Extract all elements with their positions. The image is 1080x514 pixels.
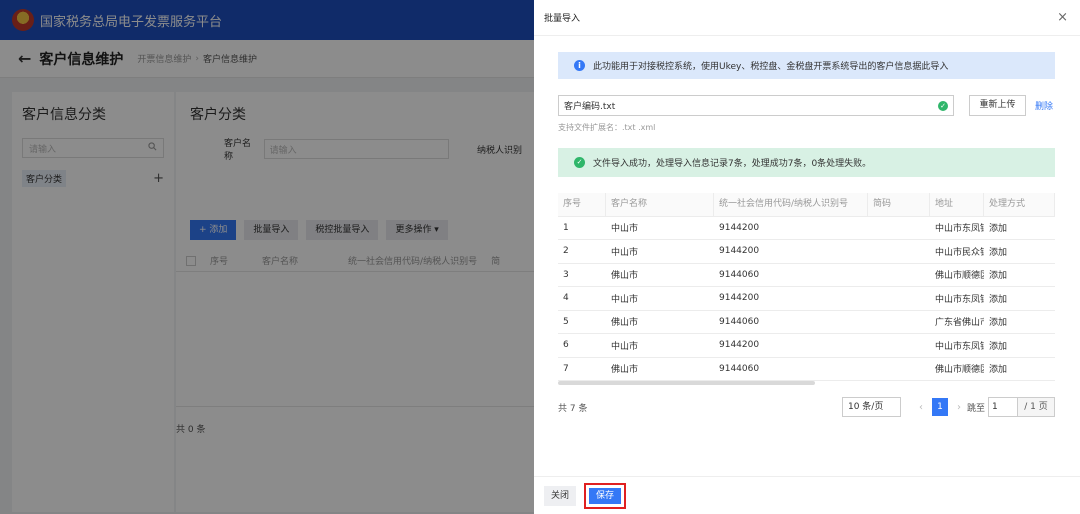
table-cell: 2: [563, 246, 569, 257]
table-cell: 添加: [989, 294, 1008, 305]
table-cell: 3: [563, 269, 569, 280]
table-cell: 6: [563, 340, 569, 351]
reupload-button[interactable]: 重新上传: [969, 95, 1026, 116]
table-cell: 9144200: [719, 340, 760, 351]
table-cell: 添加: [989, 271, 1008, 282]
table-cell: 中山市东凤镇: [935, 294, 984, 305]
column-header: 地址: [930, 193, 984, 216]
file-row: 客户编码.txt ✓ 重新上传 删除: [558, 95, 1055, 116]
close-button[interactable]: 关闭: [544, 485, 577, 506]
horizontal-scrollbar[interactable]: [558, 381, 815, 385]
table-cell: 添加: [989, 247, 1008, 258]
success-alert: ✓ 文件导入成功，处理导入信息记录7条，处理成功7条，0条处理失败。: [558, 148, 1055, 177]
modal-mask[interactable]: [0, 0, 534, 514]
table-cell: 添加: [989, 318, 1008, 329]
table-cell: 9144200: [719, 293, 760, 304]
table-cell: 中山市东凤镇: [935, 224, 984, 235]
table-row: 5 佛山市 9144060 广东省佛山市 添加: [558, 311, 1055, 334]
table-cell: 中山市民众镇: [935, 247, 984, 258]
jump-page-input[interactable]: 1: [988, 397, 1018, 417]
table-cell: 佛山市顺德区: [935, 271, 984, 282]
column-header: 简码: [868, 193, 930, 216]
table-cell: 佛山市: [611, 365, 639, 376]
table-cell: 4: [563, 293, 569, 304]
table-cell: 中山市: [611, 294, 639, 305]
extension-hint: 支持文件扩展名：.txt .xml: [558, 123, 656, 132]
table-cell: 广东省佛山市: [935, 318, 984, 329]
column-header: 处理方式: [984, 193, 1055, 216]
table-row: 1 中山市 9144200 中山市东凤镇 添加: [558, 217, 1055, 240]
column-header: 序号: [558, 193, 606, 216]
file-name-field[interactable]: 客户编码.txt ✓: [558, 95, 954, 116]
check-circle-icon: ✓: [938, 100, 948, 111]
table-row: 6 中山市 9144200 中山市东凤镇 添加: [558, 334, 1055, 358]
column-header: 统一社会信用代码/纳税人识别号: [714, 193, 868, 216]
table-cell: 9144060: [719, 316, 760, 327]
table-row: 3 佛山市 9144060 佛山市顺德区 添加: [558, 264, 1055, 287]
table-cell: 添加: [989, 224, 1008, 235]
table-cell: 5: [563, 316, 569, 327]
table-row: 4 中山市 9144200 中山市东凤镇 添加: [558, 287, 1055, 311]
column-header: 客户名称: [606, 193, 714, 216]
jump-label: 跳至: [966, 403, 985, 414]
table-cell: 9144060: [719, 269, 760, 280]
table-header-row: 序号 客户名称 统一社会信用代码/纳税人识别号 简码 地址 处理方式: [558, 193, 1055, 217]
table-cell: 9144200: [719, 246, 760, 257]
info-text: 此功能用于对接税控系统，使用Ukey、税控盘、金税盘开票系统导出的客户信息据此导…: [593, 62, 949, 72]
page-number-current[interactable]: 1: [931, 398, 948, 416]
table-row: 2 中山市 9144200 中山市民众镇 添加: [558, 240, 1055, 264]
success-text: 文件导入成功，处理导入信息记录7条，处理成功7条，0条处理失败。: [593, 159, 872, 169]
success-check-icon: ✓: [574, 157, 585, 168]
table-cell: 佛山市顺德区: [935, 365, 984, 376]
file-name: 客户编码.txt: [564, 102, 616, 112]
drawer-footer: 关闭 保存: [534, 476, 1080, 514]
save-button[interactable]: 保存: [589, 487, 622, 504]
table-cell: 9144060: [719, 363, 760, 374]
import-result-table: 序号 客户名称 统一社会信用代码/纳税人识别号 简码 地址 处理方式 1 中山市 9…: [558, 193, 1055, 385]
total-count: 共 7 条: [558, 403, 588, 414]
table-cell: 添加: [989, 365, 1008, 376]
drawer-header: 批量导入 ×: [534, 0, 1080, 36]
info-alert: i 此功能用于对接税控系统，使用Ukey、税控盘、金税盘开票系统导出的客户信息据…: [558, 52, 1055, 79]
table-cell: 佛山市: [611, 271, 639, 282]
total-pages: / 1 页: [1018, 397, 1055, 417]
pagination: 共 7 条 10 条/页 ‹ 1 › 跳至 1 / 1 页: [558, 397, 1055, 417]
page-size-select[interactable]: 10 条/页: [841, 397, 901, 417]
drawer-title: 批量导入: [544, 14, 581, 24]
info-icon: i: [574, 60, 585, 71]
close-icon[interactable]: ×: [1057, 10, 1068, 25]
table-cell: 9144200: [719, 222, 760, 233]
table-cell: 1: [563, 222, 569, 233]
table-cell: 中山市: [611, 224, 639, 235]
table-cell: 7: [563, 363, 569, 374]
table-cell: 佛山市: [611, 318, 639, 329]
table-cell: 添加: [989, 341, 1008, 352]
table-cell: 中山市: [611, 247, 639, 258]
save-highlight: 保存: [584, 482, 627, 509]
table-cell: 中山市: [611, 341, 639, 352]
batch-import-drawer: 批量导入 × i 此功能用于对接税控系统，使用Ukey、税控盘、金税盘开票系统导…: [534, 0, 1080, 514]
prev-page-icon[interactable]: ‹: [919, 402, 923, 413]
table-cell: 中山市东凤镇: [935, 341, 984, 352]
next-page-icon[interactable]: ›: [957, 402, 961, 413]
table-row: 7 佛山市 9144060 佛山市顺德区 添加: [558, 358, 1055, 381]
delete-link[interactable]: 删除: [1035, 99, 1053, 112]
